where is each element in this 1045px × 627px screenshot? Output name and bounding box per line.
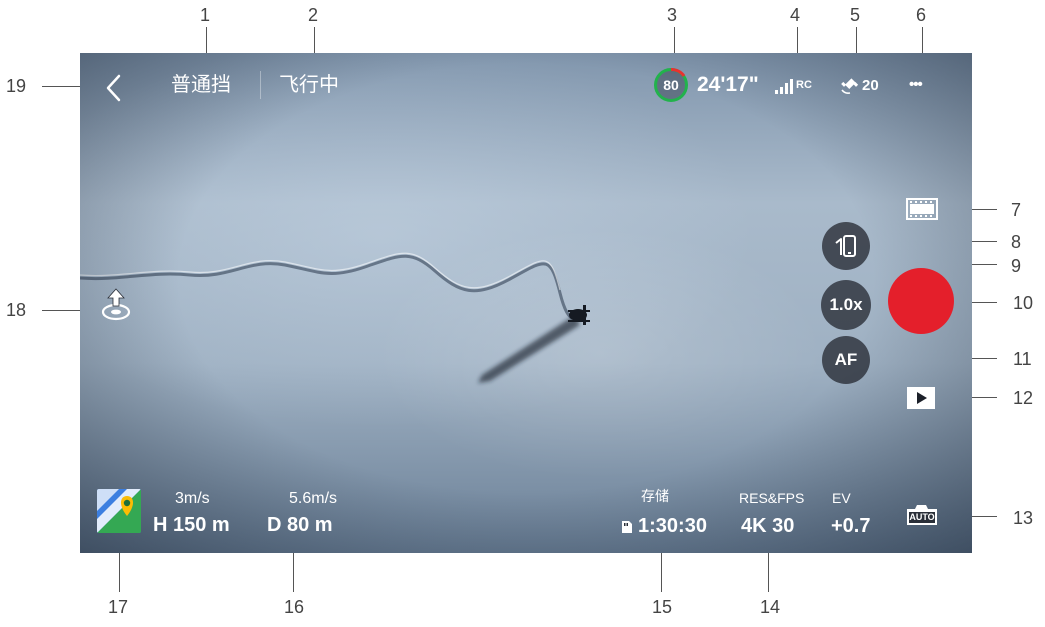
zoom-label: 1.0x [829, 295, 863, 314]
rc-label: RC [796, 79, 812, 91]
map-icon [97, 489, 141, 533]
battery-indicator[interactable]: 80 [653, 67, 689, 103]
callout-15: 15 [652, 597, 673, 617]
callout-14: 14 [760, 597, 781, 617]
callout-18: 18 [6, 300, 27, 320]
ev-value[interactable]: +0.7 [831, 516, 870, 536]
chevron-left-icon [106, 74, 121, 102]
callout-1: 1 [200, 5, 211, 25]
resfps-label[interactable]: RES&FPS [739, 491, 804, 505]
playback-button[interactable] [906, 386, 936, 410]
camera-live-view[interactable]: 普通挡 飞行中 80 24'17" RC 20 ••• 1.0x AF AUTO… [80, 53, 972, 553]
topbar-divider [260, 71, 261, 99]
callout-8: 8 [1011, 232, 1022, 252]
map-button[interactable] [97, 489, 141, 533]
flight-time: 24'17" [697, 73, 759, 96]
record-button[interactable] [888, 268, 954, 334]
vertical-speed: 3m/s [175, 490, 210, 507]
ev-label[interactable]: EV [832, 491, 851, 505]
flight-mode-label[interactable]: 普通挡 [171, 74, 231, 94]
callout-9: 9 [1011, 256, 1022, 276]
callout-17: 17 [108, 597, 129, 617]
film-strip-icon [906, 198, 938, 220]
distance-readout: D 80 m [267, 514, 333, 536]
rc-signal[interactable]: RC [774, 76, 816, 96]
play-icon [907, 387, 935, 409]
callout-11: 11 [1013, 349, 1032, 369]
callout-12: 12 [1013, 388, 1034, 408]
video-mode-button[interactable] [906, 197, 938, 221]
callout-3: 3 [667, 5, 678, 25]
callout-10: 10 [1013, 293, 1034, 313]
annotated-screenshot: 1 2 3 4 5 6 7 8 9 10 11 12 13 14 15 16 1… [0, 0, 1045, 627]
gps-count: 20 [862, 77, 879, 94]
storage-value: 1:30:30 [638, 515, 707, 537]
back-button[interactable] [102, 73, 126, 103]
callout-5: 5 [850, 5, 861, 25]
satellite-icon [841, 78, 859, 94]
sd-card-icon [621, 519, 633, 533]
flight-status-label: 飞行中 [279, 72, 339, 96]
focus-button[interactable]: AF [822, 336, 870, 384]
more-options-button[interactable]: ••• [909, 77, 923, 92]
callout-19: 19 [6, 76, 27, 96]
callout-7: 7 [1011, 200, 1022, 220]
horizontal-speed: 5.6m/s [289, 490, 338, 507]
callout-16: 16 [284, 597, 305, 617]
focus-label: AF [834, 350, 858, 369]
orientation-switch-button[interactable] [822, 222, 870, 270]
callout-2: 2 [308, 5, 319, 25]
callout-13: 13 [1013, 508, 1034, 528]
rotate-phone-icon [835, 235, 856, 257]
battery-percent: 80 [663, 77, 679, 93]
storage-label: 存储 [641, 489, 669, 505]
signal-bars-icon [775, 79, 793, 94]
camera-auto-button[interactable]: AUTO [905, 503, 939, 527]
gps-status[interactable]: 20 [840, 75, 886, 97]
callout-6: 6 [916, 5, 927, 25]
auto-label: AUTO [909, 512, 935, 522]
home-point-marker [100, 287, 132, 321]
home-point-icon [101, 288, 131, 321]
height-readout: H 150 m [153, 514, 230, 536]
callout-4: 4 [790, 5, 801, 25]
resfps-value[interactable]: 4K 30 [741, 516, 794, 536]
zoom-button[interactable]: 1.0x [821, 280, 871, 330]
